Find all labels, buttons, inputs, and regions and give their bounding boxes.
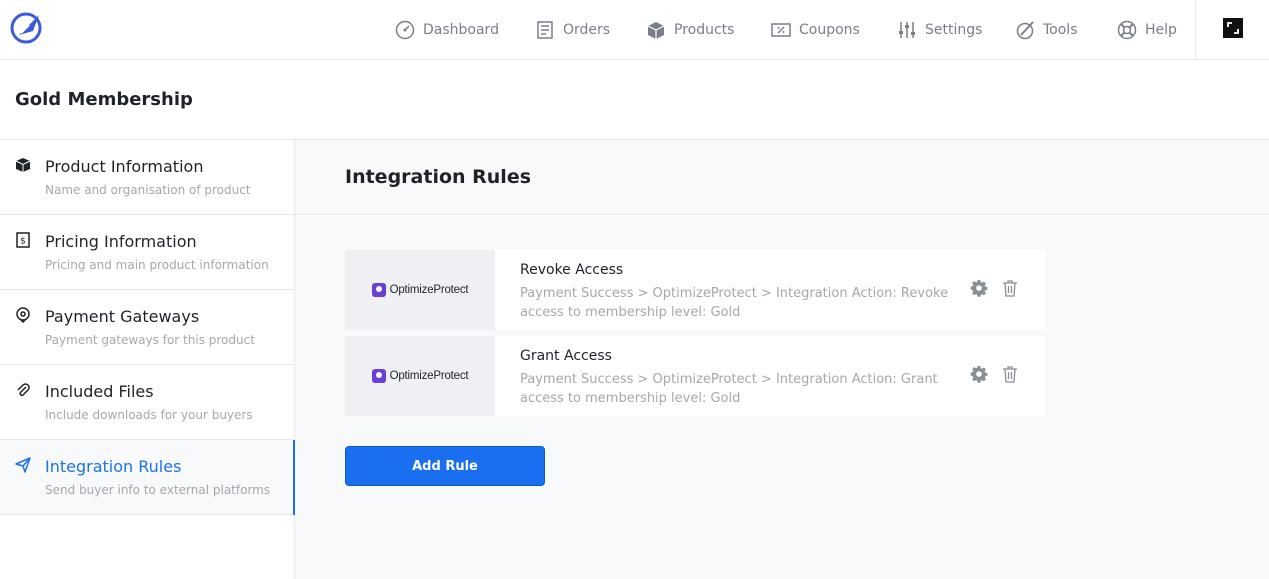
box-icon (15, 158, 31, 172)
optimizeprotect-logo-icon (371, 369, 386, 383)
page-title: Gold Membership (15, 89, 193, 110)
expand-icon[interactable] (1223, 18, 1243, 38)
send-icon (15, 457, 31, 473)
receipt-icon (537, 20, 553, 39)
sidebar-item-label: Included Files (45, 382, 154, 401)
nav-tools[interactable]: Tools (1015, 0, 1078, 59)
sidebar-item-label: Pricing Information (45, 232, 197, 251)
sliders-icon (899, 21, 915, 38)
nav-products[interactable]: Products (646, 0, 734, 59)
sidebar-item-pricing-information[interactable]: $ Pricing Information Pricing and main p… (0, 215, 294, 290)
sidebar-item-integration-rules[interactable]: Integration Rules Send buyer info to ext… (0, 440, 295, 515)
section-title: Integration Rules (345, 166, 532, 188)
trash-icon[interactable] (1001, 365, 1019, 383)
integration-rules-panel: Integration Rules OptimizeProtect Revoke… (295, 140, 1269, 579)
ticket-icon (771, 22, 791, 37)
svg-text:$: $ (20, 237, 26, 247)
sidebar-item-description: Pricing and main product information (45, 258, 269, 272)
nav-settings[interactable]: Settings (897, 0, 982, 59)
sidebar-item-description: Include downloads for your buyers (45, 408, 253, 422)
integration-name: OptimizeProtect (389, 284, 469, 296)
dashboard-gauge-icon (395, 20, 415, 39)
section-header: Integration Rules (295, 140, 1269, 215)
integration-rule-card: OptimizeProtect Revoke Access Payment Su… (345, 250, 1045, 330)
sidebar-item-included-files[interactable]: Included Files Include downloads for you… (0, 365, 294, 440)
gear-icon[interactable] (970, 365, 988, 383)
sidebar-item-payment-gateways[interactable]: Payment Gateways Payment gateways for th… (0, 290, 294, 365)
trash-icon[interactable] (1001, 279, 1019, 297)
paperclip-icon (17, 383, 30, 397)
product-header: Gold Membership (0, 60, 1269, 140)
sidebar-item-description: Send buyer info to external platforms (45, 483, 271, 497)
box-icon (647, 21, 665, 39)
nav-products-label: Products (674, 21, 735, 38)
integration-name: OptimizeProtect (389, 370, 469, 382)
location-pin-icon (16, 307, 30, 323)
rocket-logo-icon[interactable] (9, 9, 45, 45)
gear-icon[interactable] (970, 279, 988, 297)
nav-coupons-label: Coupons (799, 21, 860, 38)
nav-orders-label: Orders (563, 21, 611, 38)
price-tag-icon: $ (16, 232, 30, 248)
integration-logo: OptimizeProtect (345, 336, 495, 416)
sidebar-item-label: Product Information (45, 157, 204, 176)
nav-help[interactable]: Help (1117, 0, 1177, 59)
nav-settings-label: Settings (925, 21, 983, 38)
nav-dashboard-label: Dashboard (423, 21, 499, 38)
nav-tools-label: Tools (1043, 21, 1078, 38)
tools-icon (1016, 20, 1034, 39)
rule-description: Payment Success > OptimizeProtect > Inte… (520, 286, 949, 320)
sidebar-item-label: Integration Rules (45, 457, 182, 476)
nav-divider (1195, 0, 1196, 59)
nav-coupons[interactable]: Coupons (771, 0, 860, 59)
lifebuoy-icon (1117, 20, 1137, 39)
integration-logo: OptimizeProtect (345, 250, 495, 330)
top-navigation-bar: Dashboard Orders Products Coupons Settin… (0, 0, 1269, 60)
integration-rule-card: OptimizeProtect Grant Access Payment Suc… (345, 336, 1045, 416)
product-sidebar: Product Information Name and organisatio… (0, 140, 295, 579)
sidebar-item-product-information[interactable]: Product Information Name and organisatio… (0, 140, 294, 215)
nav-help-label: Help (1145, 21, 1177, 38)
sidebar-item-label: Payment Gateways (45, 307, 200, 326)
rule-title: Grant Access (520, 348, 612, 364)
optimizeprotect-logo-icon (371, 283, 386, 297)
rule-title: Revoke Access (520, 262, 624, 278)
sidebar-item-description: Payment gateways for this product (45, 333, 255, 347)
nav-orders[interactable]: Orders (535, 0, 610, 59)
rule-description: Payment Success > OptimizeProtect > Inte… (520, 372, 938, 406)
add-rule-button[interactable]: Add Rule (345, 446, 545, 486)
sidebar-item-description: Name and organisation of product (45, 183, 251, 197)
nav-dashboard[interactable]: Dashboard (395, 0, 499, 59)
